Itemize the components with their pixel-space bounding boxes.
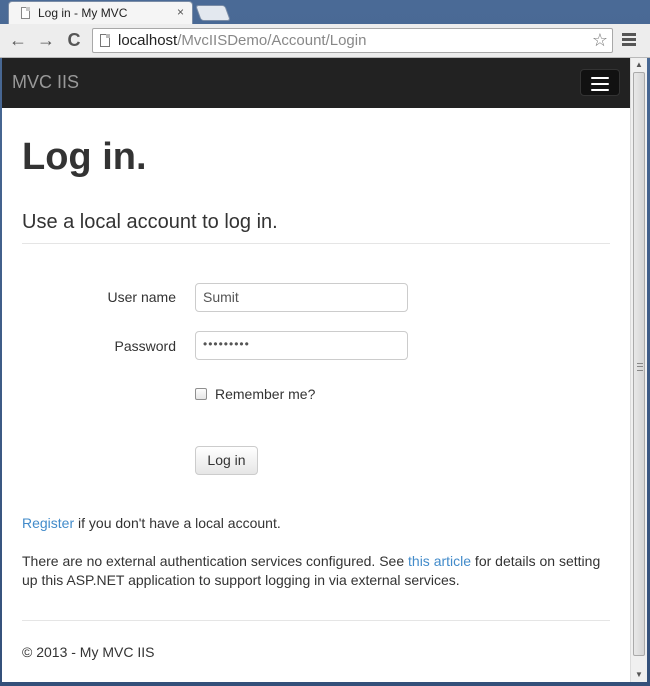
bookmark-star-icon[interactable]: ☆ <box>592 30 608 51</box>
remember-me-label[interactable]: Remember me? <box>215 386 315 402</box>
footer-divider <box>22 620 610 621</box>
page-subtitle: Use a local account to log in. <box>22 211 278 233</box>
page-icon <box>21 7 30 19</box>
login-button[interactable]: Log in <box>195 446 258 475</box>
close-tab-icon[interactable]: × <box>177 5 184 19</box>
password-label: Password <box>114 338 176 354</box>
page-title: Log in. <box>22 136 147 178</box>
scroll-down-icon[interactable]: ▼ <box>631 668 647 682</box>
grip-icon <box>637 363 643 371</box>
chrome-menu-icon[interactable] <box>622 33 636 47</box>
divider <box>22 243 610 244</box>
username-input[interactable]: Sumit <box>195 283 408 312</box>
browser-tab[interactable]: Log in - My MVC × <box>8 1 193 24</box>
url-text[interactable]: localhost/MvcIISDemo/Account/Login <box>118 32 366 49</box>
register-text: if you don't have a local account. <box>74 515 281 531</box>
address-bar[interactable]: localhost/MvcIISDemo/Account/Login ☆ <box>92 28 613 53</box>
tab-strip: Log in - My MVC × <box>0 0 650 24</box>
tab-title: Log in - My MVC <box>38 6 128 20</box>
scroll-up-icon[interactable]: ▲ <box>631 58 647 72</box>
new-tab-button[interactable] <box>195 5 231 21</box>
external-auth-paragraph: There are no external authentication ser… <box>22 552 612 590</box>
page-icon <box>100 34 110 47</box>
forward-icon[interactable]: → <box>36 30 56 50</box>
external-text-before: There are no external authentication ser… <box>22 553 409 569</box>
scrollbar-thumb[interactable] <box>633 72 645 656</box>
url-path: /MvcIISDemo/Account/Login <box>177 32 367 49</box>
browser-window: Log in - My MVC × ← → C localhost/MvcIIS… <box>0 0 650 686</box>
site-navbar: MVC IIS <box>2 58 630 108</box>
back-icon[interactable]: ← <box>8 30 28 50</box>
this-article-link[interactable]: this article <box>408 553 471 569</box>
footer-text: © 2013 - My MVC IIS <box>22 644 155 660</box>
vertical-scrollbar[interactable]: ▲ ▼ <box>630 58 647 682</box>
browser-toolbar: ← → C localhost/MvcIISDemo/Account/Login… <box>0 24 650 58</box>
reload-icon[interactable]: C <box>64 30 84 50</box>
site-brand[interactable]: MVC IIS <box>12 72 79 93</box>
page-viewport: MVC IIS Log in. Use a local account to l… <box>2 58 630 682</box>
register-link[interactable]: Register <box>22 515 74 531</box>
username-label: User name <box>107 289 176 305</box>
hamburger-menu-icon[interactable] <box>580 69 620 96</box>
url-host: localhost <box>118 32 178 49</box>
password-input[interactable]: ••••••••• <box>195 331 408 360</box>
register-paragraph: Register if you don't have a local accou… <box>22 514 281 533</box>
remember-me-checkbox[interactable] <box>195 388 207 400</box>
